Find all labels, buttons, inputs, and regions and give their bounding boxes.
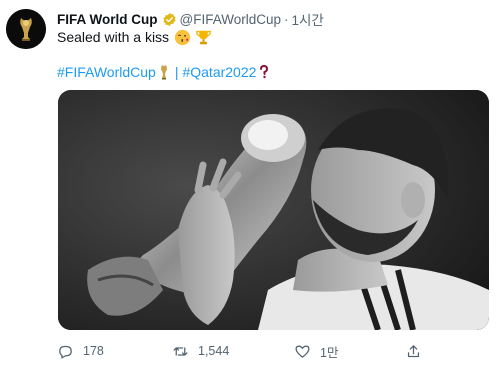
photo-kissing-trophy [58, 90, 489, 330]
share-icon [407, 344, 420, 357]
tweet-text: Sealed with a kiss [57, 27, 212, 47]
reply-button[interactable]: 178 [57, 340, 104, 362]
retweet-button[interactable]: 1,544 [172, 340, 229, 362]
trophy-emoji-icon [196, 30, 212, 44]
hashtag-qatar2022[interactable]: #Qatar2022 [182, 62, 256, 82]
timestamp[interactable]: 1시간 [291, 9, 323, 29]
kiss-emoji-icon [174, 29, 191, 45]
hashtag-separator: | [174, 64, 179, 80]
retweet-icon [173, 346, 188, 356]
like-count: 1만 [320, 345, 339, 360]
tweet-card[interactable]: FIFA World Cup @FIFAWorldCup · 1시간 Seale… [0, 0, 500, 366]
action-bar: 178 1,544 1만 [57, 340, 487, 362]
avatar[interactable] [6, 9, 46, 49]
header-separator: · [283, 11, 289, 27]
hashtag-fifaworldcup[interactable]: #FIFAWorldCup [57, 62, 156, 82]
tweet-text-content: Sealed with a kiss [57, 29, 170, 45]
world-cup-trophy-icon [160, 65, 167, 80]
question-mark-icon [260, 65, 269, 79]
hashtag-line: #FIFAWorldCup | #Qatar2022 [57, 62, 269, 82]
trophy-logo-icon [6, 9, 46, 49]
like-button[interactable]: 1만 [294, 340, 338, 362]
verified-badge-icon [162, 12, 176, 26]
tweet-media-image[interactable] [58, 90, 489, 330]
author-name[interactable]: FIFA World Cup [57, 12, 158, 27]
share-button[interactable] [405, 340, 422, 362]
heart-icon [295, 345, 310, 358]
reply-count: 178 [83, 344, 104, 358]
tweet-header: FIFA World Cup @FIFAWorldCup · 1시간 [57, 9, 324, 29]
retweet-count: 1,544 [198, 344, 230, 358]
author-handle[interactable]: @FIFAWorldCup [180, 12, 281, 27]
reply-icon [59, 345, 72, 359]
